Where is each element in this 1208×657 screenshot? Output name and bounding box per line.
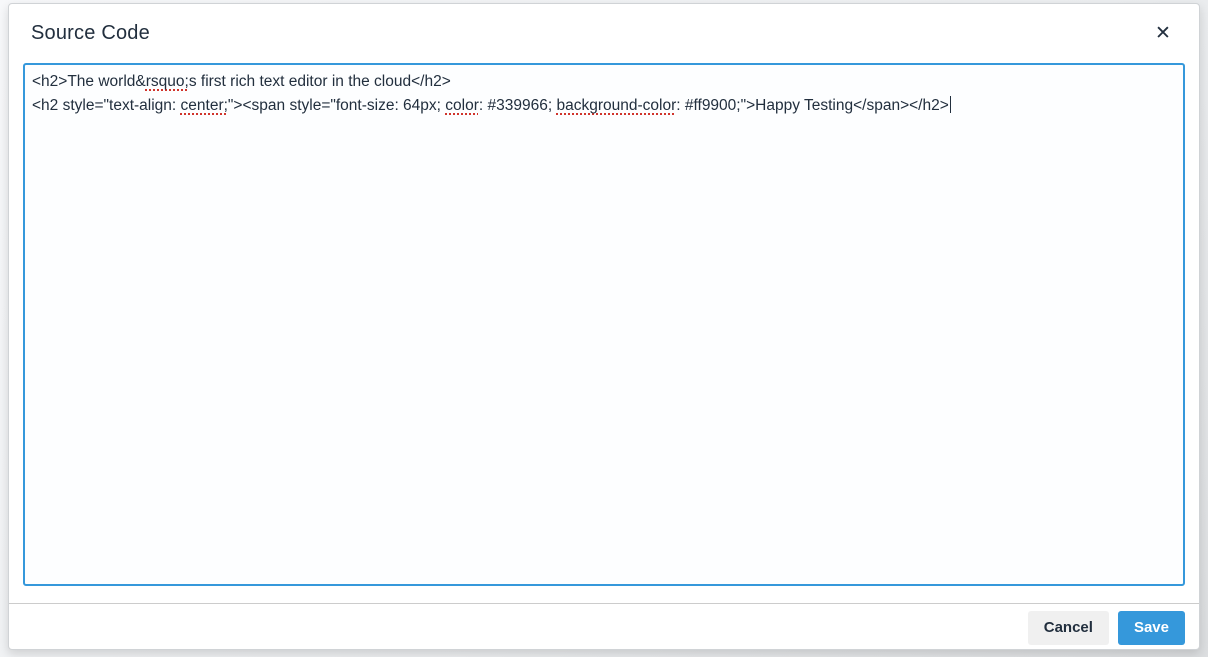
source-code-dialog: Source Code ✕ <h2>The world&rsquo;s firs…	[8, 3, 1200, 650]
code-text: : #339966;	[478, 97, 557, 114]
cancel-button[interactable]: Cancel	[1027, 610, 1109, 645]
code-text: <h2 style="text-align:	[32, 97, 181, 114]
save-button[interactable]: Save	[1117, 610, 1185, 645]
dialog-header: Source Code ✕	[9, 4, 1199, 63]
misspelled-word: rsquo;	[145, 73, 189, 90]
misspelled-word: background-color	[556, 97, 677, 114]
code-line: <h2 style="text-align: center;"><span st…	[32, 94, 1176, 118]
code-text: "><span style="font-size: 64px;	[227, 97, 446, 114]
code-line: <h2>The world&rsquo;s first rich text ed…	[32, 70, 1176, 94]
code-text: s first rich text editor in the cloud</h…	[188, 73, 451, 90]
code-text: : #ff9900;">Happy Testing</span></h2>	[676, 97, 949, 114]
dialog-footer: Cancel Save	[9, 603, 1199, 651]
misspelled-word: color	[445, 97, 479, 114]
close-button[interactable]: ✕	[1146, 17, 1180, 51]
source-code-textarea[interactable]: <h2>The world&rsquo;s first rich text ed…	[23, 63, 1185, 586]
dialog-title: Source Code	[31, 22, 150, 44]
code-text: <h2>The world&	[32, 73, 146, 90]
dialog-body: <h2>The world&rsquo;s first rich text ed…	[9, 63, 1199, 586]
close-icon: ✕	[1155, 22, 1171, 44]
text-caret	[949, 96, 952, 113]
misspelled-word: center;	[180, 97, 228, 114]
